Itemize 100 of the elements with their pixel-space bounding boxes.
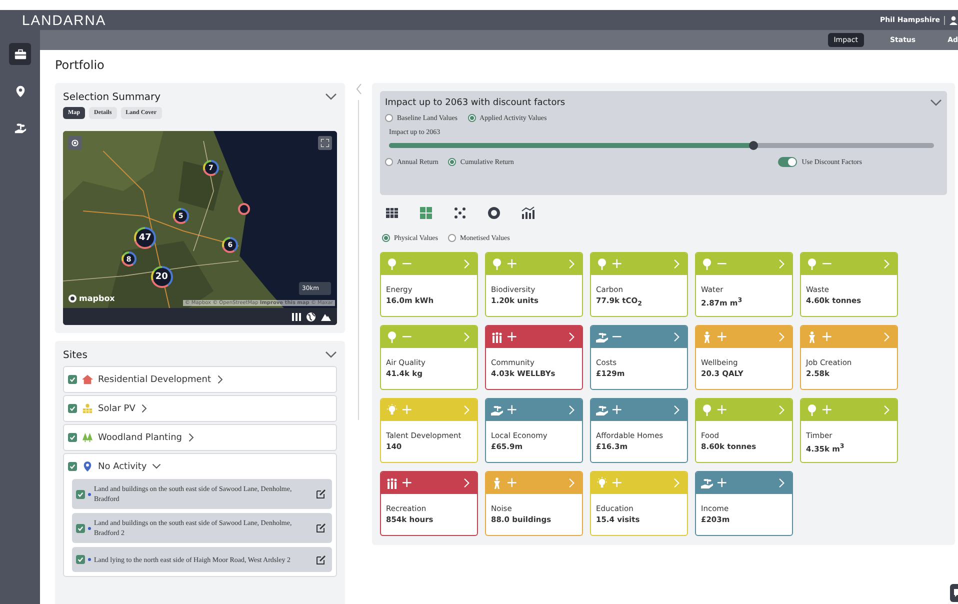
page-title: Portfolio: [55, 58, 106, 74]
person-icon: [701, 331, 713, 343]
radio-button[interactable]: [385, 114, 393, 122]
tree-icon: [386, 258, 398, 270]
expand-icon: [321, 139, 329, 147]
edit-icon[interactable]: [316, 523, 326, 533]
sign-label: −: [611, 330, 624, 344]
mapbox-logo-icon: [68, 294, 77, 303]
mountain-icon[interactable]: [321, 312, 331, 320]
donut-icon[interactable]: [487, 206, 501, 220]
scatter-icon[interactable]: [453, 206, 467, 220]
site-group-label[interactable]: Residential Development: [98, 374, 212, 384]
sign-label: +: [506, 330, 519, 344]
tree-icon: [491, 258, 503, 270]
sign-label: −: [821, 257, 834, 271]
sign-label: +: [506, 476, 519, 490]
pin-icon: [82, 461, 93, 472]
tree-icon: [596, 258, 608, 270]
chevron-icon[interactable]: [152, 462, 161, 471]
person-icon: [491, 477, 503, 489]
tree-icon: [701, 404, 713, 416]
sign-label: +: [611, 476, 624, 490]
globe-icon[interactable]: [306, 312, 316, 322]
site-dot: [88, 492, 91, 496]
bar-chart-icon[interactable]: [521, 206, 535, 220]
chevron-icon[interactable]: [672, 405, 682, 415]
slider-track[interactable]: [389, 143, 934, 148]
checkbox[interactable]: [76, 490, 85, 498]
radio-button[interactable]: [448, 234, 456, 242]
grid-icon[interactable]: [419, 206, 433, 220]
sign-label: +: [821, 403, 834, 417]
chevron-icon[interactable]: [186, 433, 196, 442]
user-icon[interactable]: [949, 16, 958, 24]
check-icon: [69, 405, 76, 412]
sign-label: −: [401, 330, 414, 344]
check-icon: [69, 463, 76, 470]
solar-panel-icon: [82, 403, 93, 414]
sign-label: −: [716, 257, 729, 271]
sign-label: +: [716, 403, 729, 417]
chevron-icon[interactable]: [777, 478, 787, 488]
checkbox[interactable]: [68, 462, 77, 471]
radio-button[interactable]: [382, 234, 390, 242]
radio-button[interactable]: [468, 114, 476, 122]
locate-button[interactable]: [68, 136, 82, 150]
edit-icon[interactable]: [316, 554, 326, 564]
slider-thumb[interactable]: [748, 141, 758, 150]
sidebar-button[interactable]: [9, 43, 31, 65]
sign-label: −: [401, 257, 414, 271]
edit-icon[interactable]: [316, 489, 326, 499]
checkbox[interactable]: [68, 433, 77, 442]
chevron-icon[interactable]: [672, 332, 682, 342]
hand-plant-icon: [596, 331, 608, 343]
sign-label: +: [506, 403, 519, 417]
check-icon: [77, 524, 84, 532]
hand-plant-icon: [701, 477, 713, 489]
person-icon: [806, 331, 818, 343]
trees-icon: [82, 432, 93, 443]
radio-button[interactable]: [385, 158, 393, 166]
people-icon: [491, 331, 503, 343]
locate-icon: [71, 139, 79, 147]
tree-icon: [806, 404, 818, 416]
slider-fill[interactable]: [389, 143, 752, 148]
tree-icon: [806, 258, 818, 270]
tree-icon: [386, 331, 398, 343]
radio-button[interactable]: [448, 158, 456, 166]
checkbox[interactable]: [68, 375, 77, 384]
chevron-icon[interactable]: [462, 478, 472, 488]
checkbox[interactable]: [76, 524, 85, 532]
hand-plant-icon: [596, 404, 608, 416]
chevron-icon[interactable]: [567, 332, 577, 342]
briefcase-icon: [14, 48, 26, 60]
fullscreen-button[interactable]: [318, 136, 332, 150]
chevron-icon[interactable]: [567, 405, 577, 415]
sign-label: +: [821, 330, 834, 344]
check-icon: [77, 556, 84, 563]
light-bulb-icon: [386, 404, 398, 416]
pin-icon: [14, 84, 26, 98]
house-icon: [82, 374, 93, 385]
panel-title: Sites: [63, 350, 88, 360]
sign-label: +: [401, 403, 414, 417]
sign-label: +: [611, 257, 624, 271]
columns-icon[interactable]: [292, 312, 301, 320]
check-icon: [69, 376, 76, 383]
hand-plant-icon: [14, 122, 26, 134]
check-icon: [77, 490, 84, 498]
checkbox[interactable]: [76, 555, 85, 564]
panel-title: Impact up to 2063 with discount factors: [385, 98, 566, 108]
site-group-label[interactable]: No Activity: [98, 462, 147, 472]
site-dot: [88, 558, 91, 561]
checkbox[interactable]: [68, 404, 77, 413]
site-group-label[interactable]: Woodland Planting: [98, 432, 182, 442]
chevron-icon[interactable]: [140, 404, 150, 413]
toggle-switch[interactable]: [778, 157, 797, 167]
people-icon: [386, 477, 398, 489]
chevron-icon[interactable]: [216, 375, 226, 384]
sign-label: +: [611, 403, 624, 417]
table-icon[interactable]: [385, 206, 399, 220]
site-group-label[interactable]: Solar PV: [98, 404, 136, 414]
sign-label: +: [401, 476, 414, 490]
site-dot: [88, 526, 91, 530]
